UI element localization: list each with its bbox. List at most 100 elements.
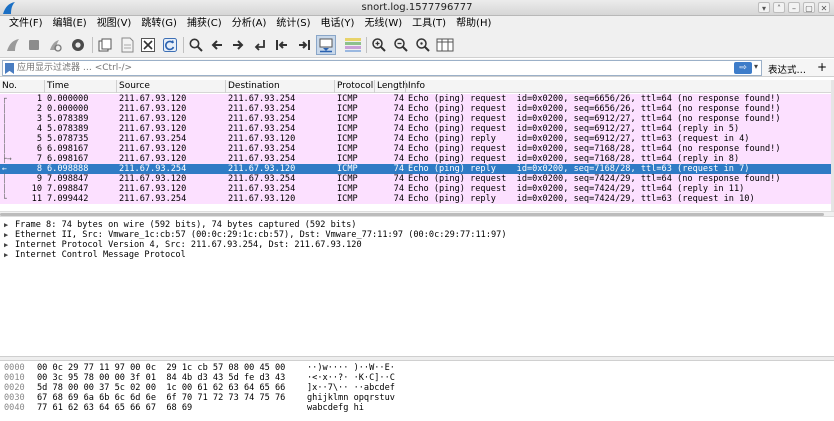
table-row-selected[interactable]: ← 8 6.098888 211.67.93.254 211.67.93.120 ICMP… <box>0 164 831 174</box>
resize-columns-icon[interactable] <box>435 35 455 55</box>
column-no[interactable]: No. <box>2 81 17 91</box>
detail-row-ipv4[interactable]: ▶ Internet Protocol Version 4, Src: 211.… <box>0 240 834 250</box>
display-filter-input[interactable] <box>17 61 717 75</box>
byte-hex[interactable]: 5d 78 00 00 37 5c 02 00 1c 00 61 62 63 6… <box>37 383 285 393</box>
table-row[interactable]: ├→ 7 6.098167 211.67.93.120 211.67.93.254 ICM… <box>0 154 831 164</box>
table-row[interactable]: │ 9 7.098847 211.67.93.120 211.67.93.254 ICMP… <box>0 174 831 184</box>
column-destination[interactable]: Destination <box>228 81 280 91</box>
related-packet-indicator: └ <box>2 194 7 203</box>
add-filter-button[interactable]: + <box>817 60 827 74</box>
menu-statistics[interactable]: 统计(S) <box>271 16 315 32</box>
cell-destination: 211.67.93.254 <box>228 124 296 134</box>
save-file-icon[interactable] <box>117 35 137 55</box>
byte-row[interactable]: 0020 5d 78 00 00 37 5c 02 00 1c 00 61 62… <box>0 383 834 393</box>
byte-hex[interactable]: 77 61 62 63 64 65 66 67 68 69 <box>37 403 192 413</box>
menu-file[interactable]: 文件(F) <box>4 16 48 32</box>
byte-ascii[interactable]: ·<·x··?· ·K·C]··C <box>307 373 395 383</box>
column-protocol[interactable]: Protocol <box>337 81 373 91</box>
maximize-button[interactable]: ▢ <box>803 2 815 13</box>
byte-row[interactable]: 0030 67 68 69 6a 6b 6c 6d 6e 6f 70 71 72… <box>0 393 834 403</box>
window-shade-button[interactable]: ˄ <box>773 2 785 13</box>
byte-row[interactable]: 0000 00 0c 29 77 11 97 00 0c 29 1c cb 57… <box>0 363 834 373</box>
bookmark-icon[interactable] <box>5 63 14 74</box>
cell-info: Echo (ping) request id=0x0200, seq=7424/… <box>408 184 745 194</box>
byte-row[interactable]: 0040 77 61 62 63 64 65 66 67 68 69 wabcd… <box>0 403 834 413</box>
restart-capture-icon[interactable] <box>45 35 65 55</box>
detail-row-frame[interactable]: ▶ Frame 8: 74 bytes on wire (592 bits), … <box>0 220 834 230</box>
zoom-in-icon[interactable] <box>369 35 389 55</box>
byte-ascii[interactable]: ··)w···· )··W··E· <box>307 363 395 373</box>
normal-size-icon[interactable] <box>413 35 433 55</box>
cell-protocol: ICMP <box>337 144 358 154</box>
table-row[interactable]: │ 6 6.098167 211.67.93.120 211.67.93.254 ICMP… <box>0 144 831 154</box>
byte-hex[interactable]: 67 68 69 6a 6b 6c 6d 6e 6f 70 71 72 73 7… <box>37 393 285 403</box>
expand-arrow-icon[interactable]: ▶ <box>4 230 8 240</box>
table-row[interactable]: │ 3 5.078389 211.67.93.120 211.67.93.254 ICMP… <box>0 114 831 124</box>
menu-view[interactable]: 视图(V) <box>92 16 137 32</box>
reload-file-icon[interactable] <box>160 35 180 55</box>
column-divider[interactable] <box>405 80 406 93</box>
expression-button[interactable]: 表达式… <box>768 62 806 76</box>
table-row[interactable]: │ 4 5.078389 211.67.93.120 211.67.93.254 ICMP… <box>0 124 831 134</box>
apply-filter-button[interactable]: ⇨ <box>734 62 752 74</box>
menu-tools[interactable]: 工具(T) <box>407 16 451 32</box>
menu-edit[interactable]: 编辑(E) <box>48 16 92 32</box>
shark-fin-start-icon[interactable] <box>3 35 23 55</box>
byte-hex[interactable]: 00 0c 29 77 11 97 00 0c 29 1c cb 57 08 0… <box>37 363 285 373</box>
go-back-icon[interactable] <box>207 35 227 55</box>
byte-ascii[interactable]: ghijklmn opqrstuv <box>307 393 395 403</box>
cell-info: Echo (ping) reply id=0x0200, seq=7424/29… <box>408 194 755 204</box>
detail-row-icmp[interactable]: ▶ Internet Control Message Protocol <box>0 250 834 260</box>
cell-protocol: ICMP <box>337 104 358 114</box>
column-divider[interactable] <box>334 80 335 93</box>
byte-hex[interactable]: 00 3c 95 78 00 00 3f 01 84 4b d3 43 5d f… <box>37 373 285 383</box>
table-row[interactable]: └ 11 7.099442 211.67.93.254 211.67.93.120 ICM… <box>0 194 831 204</box>
detail-row-ethernet[interactable]: ▶ Ethernet II, Src: Vmware_1c:cb:57 (00:… <box>0 230 834 240</box>
scrollbar-thumb[interactable] <box>0 213 824 216</box>
autoscroll-icon[interactable] <box>316 35 336 55</box>
related-packet-indicator: │ <box>2 184 7 193</box>
column-divider[interactable] <box>116 80 117 93</box>
expand-arrow-icon[interactable]: ▶ <box>4 220 8 230</box>
byte-ascii[interactable]: ]x··7\·· ··abcdef <box>307 383 395 393</box>
go-to-packet-icon[interactable] <box>250 35 270 55</box>
expand-arrow-icon[interactable]: ▶ <box>4 250 8 260</box>
cell-info: Echo (ping) reply id=0x0200, seq=7168/28… <box>408 164 750 174</box>
close-window-button[interactable]: ✕ <box>818 2 830 13</box>
byte-row[interactable]: 0010 00 3c 95 78 00 00 3f 01 84 4b d3 43… <box>0 373 834 383</box>
packet-list-header: No. Time Source Destination Protocol Len… <box>0 80 834 93</box>
close-file-icon[interactable] <box>138 35 158 55</box>
go-forward-icon[interactable] <box>228 35 248 55</box>
column-divider[interactable] <box>44 80 45 93</box>
table-row[interactable]: ┌ 1 0.000000 211.67.93.120 211.67.93.254 ICMP… <box>0 94 831 104</box>
expand-arrow-icon[interactable]: ▶ <box>4 240 8 250</box>
column-info[interactable]: Info <box>408 81 425 91</box>
open-file-icon[interactable] <box>95 35 115 55</box>
capture-options-icon[interactable] <box>68 35 88 55</box>
find-packet-icon[interactable] <box>186 35 206 55</box>
byte-ascii[interactable]: wabcdefg hi <box>307 403 364 413</box>
menu-analyze[interactable]: 分析(A) <box>227 16 272 32</box>
column-divider[interactable] <box>374 80 375 93</box>
minimize-button[interactable]: – <box>788 2 800 13</box>
table-row[interactable]: │ 10 7.098847 211.67.93.120 211.67.93.254 ICM… <box>0 184 831 194</box>
menu-help[interactable]: 帮助(H) <box>451 16 496 32</box>
menu-go[interactable]: 跳转(G) <box>136 16 182 32</box>
filter-history-dropdown[interactable]: ▾ <box>754 62 758 71</box>
column-length[interactable]: Length <box>377 81 408 91</box>
menu-telephony[interactable]: 电话(Y) <box>316 16 360 32</box>
stop-capture-icon[interactable] <box>24 35 44 55</box>
table-row[interactable]: │ 2 0.000000 211.67.93.120 211.67.93.254 ICMP… <box>0 104 831 114</box>
first-packet-icon[interactable] <box>272 35 292 55</box>
window-menu-button[interactable]: ▾ <box>758 2 770 13</box>
zoom-out-icon[interactable] <box>391 35 411 55</box>
last-packet-icon[interactable] <box>294 35 314 55</box>
column-divider[interactable] <box>225 80 226 93</box>
table-row[interactable]: │ 5 5.078735 211.67.93.254 211.67.93.120 ICMP… <box>0 134 831 144</box>
menu-wireless[interactable]: 无线(W) <box>359 16 407 32</box>
column-time[interactable]: Time <box>47 81 69 91</box>
column-source[interactable]: Source <box>119 81 150 91</box>
cell-source: 211.67.93.120 <box>119 114 187 124</box>
menu-capture[interactable]: 捕获(C) <box>182 16 227 32</box>
colorize-icon[interactable] <box>343 35 363 55</box>
